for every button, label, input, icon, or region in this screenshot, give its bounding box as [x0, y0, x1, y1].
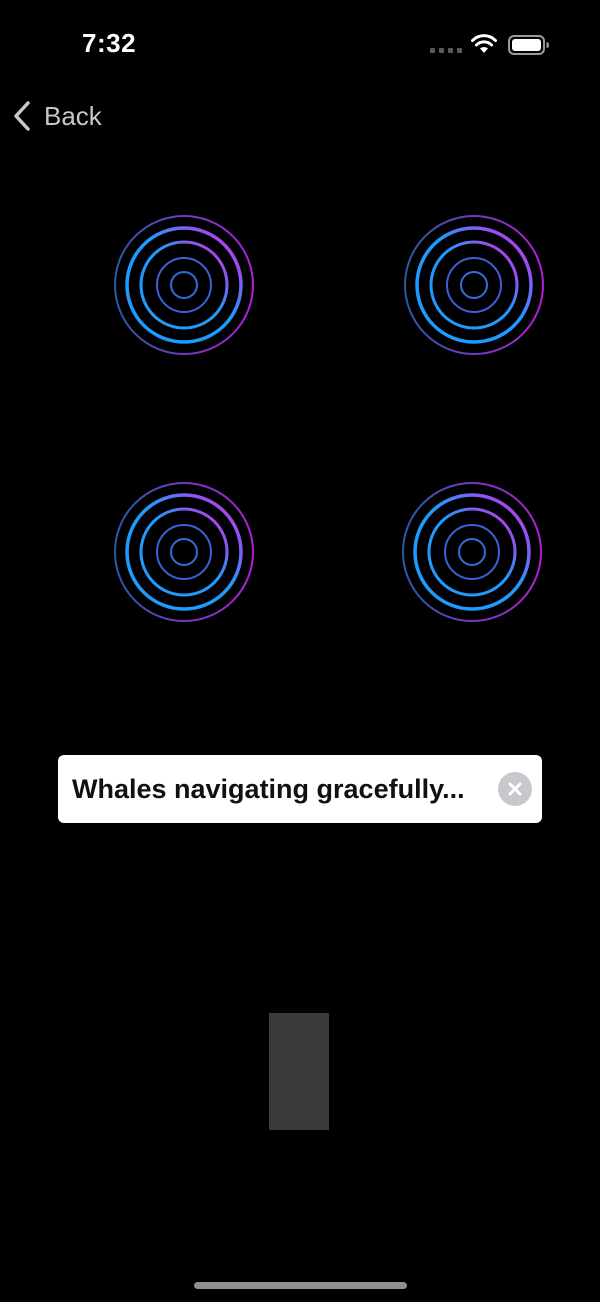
back-button[interactable]: Back: [10, 96, 102, 136]
close-icon: [508, 782, 522, 796]
home-indicator[interactable]: [194, 1282, 407, 1289]
sonar-rings-icon: [402, 213, 546, 357]
sonar-rings-icon: [400, 480, 544, 624]
chevron-left-icon: [14, 101, 30, 131]
battery-icon: [508, 35, 549, 55]
wifi-icon: [471, 34, 497, 53]
status-bar: 7:32: [0, 0, 600, 90]
sonar-rings-icon: [112, 213, 256, 357]
sonar-rings-icon: [112, 480, 256, 624]
back-label: Back: [44, 100, 102, 131]
status-time: 7:32: [82, 28, 137, 58]
toast-close-button[interactable]: [498, 772, 532, 806]
cellular-signal-icon: [430, 48, 462, 54]
toast-banner: Whales navigating gracefully...: [58, 755, 542, 823]
placeholder-block: [269, 1013, 329, 1130]
toast-message: Whales navigating gracefully...: [72, 773, 465, 804]
